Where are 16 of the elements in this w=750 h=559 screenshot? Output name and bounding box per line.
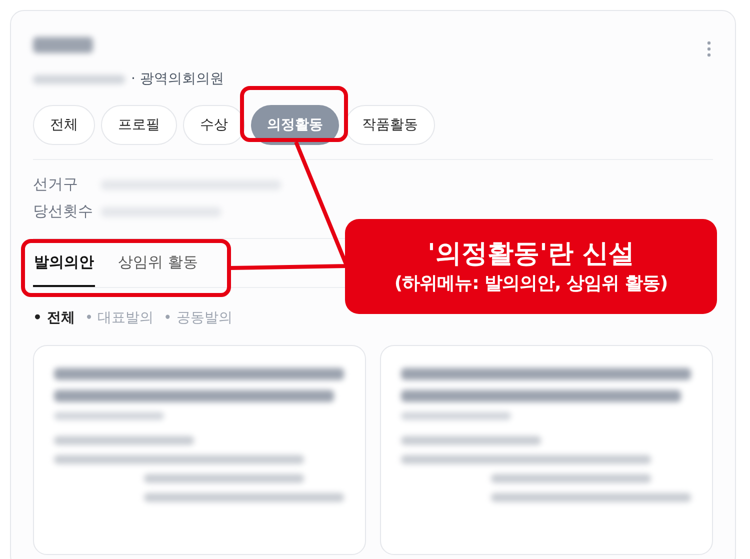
callout-subtitle: (하위메뉴: 발의의안, 상임위 활동)	[394, 272, 668, 296]
profile-subtitle: · 광역의회의원	[131, 70, 224, 88]
more-icon[interactable]	[707, 41, 711, 57]
sub-tab[interactable]: 발의의안	[33, 239, 95, 287]
sub-tab[interactable]: 상임위 활동	[117, 239, 199, 287]
filter-option[interactable]: • 전체	[33, 308, 75, 329]
category-tab[interactable]: 수상	[183, 105, 245, 145]
category-tab[interactable]: 프로필	[101, 105, 177, 145]
category-tab[interactable]: 전체	[33, 105, 95, 145]
callout-title: '의정활동'란 신설	[428, 238, 634, 270]
bill-card[interactable]	[33, 345, 366, 555]
redacted-text	[33, 37, 93, 53]
info-label: 선거구	[33, 174, 79, 196]
bill-card[interactable]	[380, 345, 713, 555]
info-label: 당선횟수	[33, 201, 93, 222]
category-tab[interactable]: 작품활동	[345, 105, 435, 145]
